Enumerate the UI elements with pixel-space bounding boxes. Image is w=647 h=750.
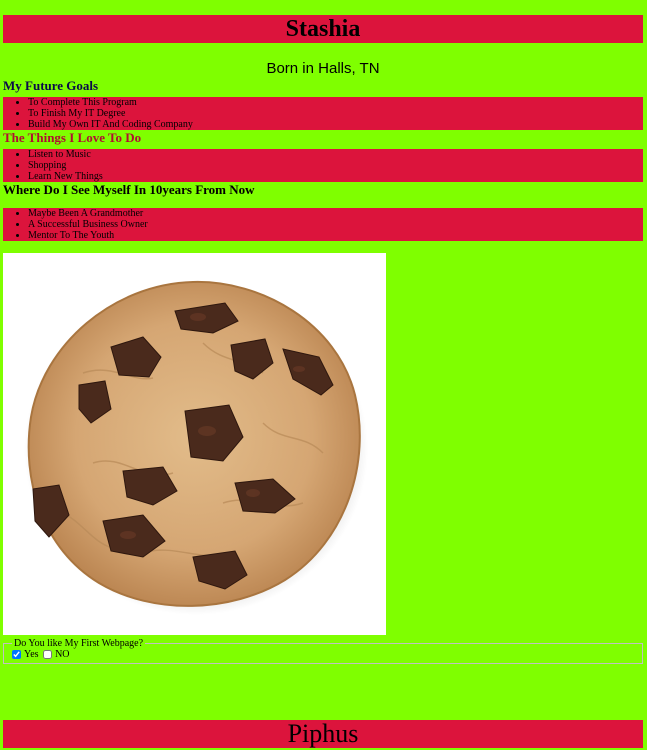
future-list: Maybe Been A Grandmother A Successful Bu… [3, 208, 643, 241]
no-checkbox[interactable] [43, 650, 53, 659]
no-label: NO [55, 649, 70, 660]
goals-heading: My Future Goals [3, 78, 99, 93]
goals-list: To Complete This Program To Finish My IT… [3, 97, 643, 130]
page-subtitle: Born in Halls, TN [266, 60, 380, 77]
cookie-icon [24, 280, 368, 615]
list-item: To Complete This Program [28, 97, 643, 108]
list-item: Listen to Music [28, 149, 643, 160]
poll-legend: Do You like My First Webpage? [14, 638, 144, 649]
page-title: Stashia [3, 15, 643, 43]
list-item: Shopping [28, 160, 643, 171]
list-item: A Successful Business Owner [28, 219, 643, 230]
page-footer: Piphus [3, 720, 643, 748]
yes-label: Yes [24, 649, 39, 660]
page-content: Stashia Born in Halls, TN My Future Goal… [3, 15, 643, 664]
list-item: To Finish My IT Degree [28, 108, 643, 119]
list-item: Maybe Been A Grandmother [28, 208, 643, 219]
feedback-poll: Do You like My First Webpage? Yes NO [3, 638, 643, 664]
list-item: Mentor To The Youth [28, 230, 643, 241]
yes-checkbox[interactable] [12, 650, 21, 659]
loves-heading: The Things I Love To Do [3, 130, 142, 145]
list-item: Learn New Things [28, 171, 643, 182]
no-option[interactable]: NO [43, 649, 70, 660]
cookie-image [3, 253, 386, 635]
future-heading: Where Do I See Myself In 10years From No… [3, 182, 255, 197]
loves-list: Listen to Music Shopping Learn New Thing… [3, 149, 643, 182]
yes-option[interactable]: Yes [12, 649, 39, 660]
list-item: Build My Own IT And Coding Company [28, 119, 643, 130]
